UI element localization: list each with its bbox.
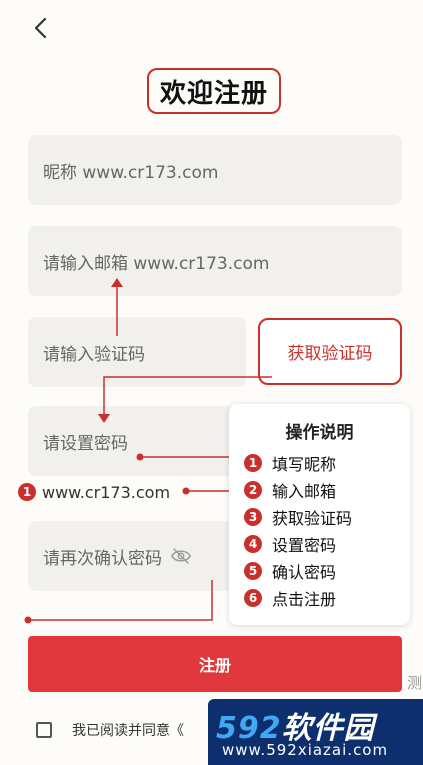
page-title: 欢迎注册 — [147, 68, 281, 114]
annotation-text: www.cr173.com — [42, 482, 171, 502]
step-label: 点击注册 — [272, 590, 337, 609]
step-number: 6 — [244, 589, 262, 607]
step-number: 3 — [244, 508, 262, 526]
step-number: 5 — [244, 562, 262, 580]
get-code-button[interactable]: 获取验证码 — [258, 318, 402, 385]
back-button[interactable] — [30, 14, 54, 42]
eye-off-icon — [170, 545, 192, 567]
register-button[interactable]: 注册 — [28, 636, 402, 692]
chevron-left-icon — [34, 17, 47, 39]
email-placeholder: 请输入邮箱 www.cr173.com — [43, 253, 270, 274]
agreement-row: 我已阅读并同意《 — [36, 718, 184, 742]
nickname-placeholder: 昵称 www.cr173.com — [43, 162, 219, 183]
agreement-text: 我已阅读并同意《 — [72, 723, 184, 739]
instruction-step: 3 获取验证码 — [244, 505, 352, 529]
step-number: 4 — [244, 535, 262, 553]
step-label: 确认密码 — [272, 563, 337, 582]
step-number: 1 — [244, 454, 262, 472]
watermark-url: www.592xiazai.com — [222, 741, 389, 759]
watermark-logo: 592软件园 www.592xiazai.com — [208, 699, 423, 765]
side-text: 测 — [407, 674, 423, 692]
instruction-step: 6 点击注册 — [244, 586, 336, 610]
code-placeholder: 请输入验证码 — [43, 344, 145, 365]
step-number: 2 — [244, 481, 262, 499]
step-label: 获取验证码 — [272, 509, 353, 528]
instruction-step: 4 设置密码 — [244, 532, 336, 556]
checkbox-icon[interactable] — [36, 722, 52, 738]
instruction-step: 1 填写昵称 — [244, 451, 336, 475]
verification-code-input[interactable]: 请输入验证码 — [28, 317, 246, 387]
nickname-input[interactable]: 昵称 www.cr173.com — [28, 135, 402, 205]
email-input[interactable]: 请输入邮箱 www.cr173.com — [28, 226, 402, 296]
step-label: 输入邮箱 — [272, 482, 337, 501]
annotation-number: 1 — [18, 483, 36, 501]
instruction-step: 5 确认密码 — [244, 559, 336, 583]
instructions-title: 操作说明 — [285, 423, 354, 443]
password-placeholder: 请设置密码 — [43, 433, 128, 454]
annotation-label: 1 www.cr173.com — [18, 480, 170, 504]
step-label: 填写昵称 — [272, 455, 337, 474]
instructions-popup: 操作说明 1 填写昵称 2 输入邮箱 3 获取验证码 4 设置密码 5 确认密码… — [229, 404, 410, 625]
step-label: 设置密码 — [272, 536, 337, 555]
instruction-step: 2 输入邮箱 — [244, 478, 336, 502]
confirm-placeholder: 请再次确认密码 — [43, 548, 162, 569]
